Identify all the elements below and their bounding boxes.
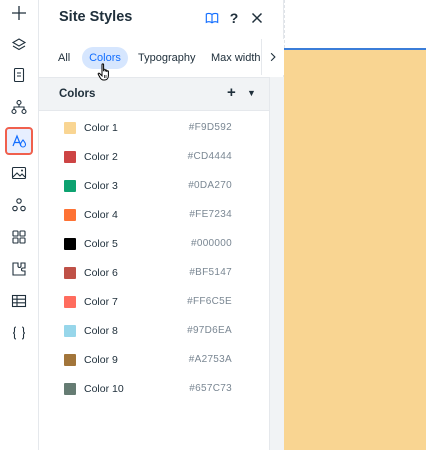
color-swatch[interactable]	[64, 267, 76, 279]
color-name: Color 10	[84, 383, 124, 395]
color-hex-value: #97D6EA	[187, 325, 232, 336]
color-name: Color 2	[84, 151, 118, 163]
color-name: Color 7	[84, 296, 118, 308]
tab-bar: All Colors Typography Max width	[39, 39, 284, 75]
color-swatch[interactable]	[64, 296, 76, 308]
panel-title: Site Styles	[59, 9, 133, 25]
code-icon[interactable]	[6, 320, 32, 346]
section-menu-caret-icon[interactable]: ▼	[247, 88, 256, 98]
tab-all[interactable]: All	[52, 47, 76, 69]
tab-typography[interactable]: Typography	[132, 47, 201, 69]
add-color-button[interactable]: +	[227, 84, 236, 101]
color-hex-value: #FF6C5E	[187, 296, 232, 307]
color-name: Color 9	[84, 354, 118, 366]
close-icon[interactable]	[248, 9, 266, 27]
color-row[interactable]: Color 1 #F9D592	[39, 114, 269, 143]
color-hex-value: #000000	[190, 238, 232, 249]
color-swatch[interactable]	[64, 180, 76, 192]
color-hex-value: #CD4444	[187, 151, 232, 162]
color-row[interactable]: Color 2 #CD4444	[39, 143, 269, 172]
sitemap-icon[interactable]	[6, 94, 32, 120]
site-styles-panel: Site Styles ? All Colors Typography Max …	[39, 0, 284, 450]
color-row[interactable]: Color 5 #000000	[39, 230, 269, 259]
color-name: Color 4	[84, 209, 118, 221]
color-swatch[interactable]	[64, 209, 76, 221]
pages-icon[interactable]	[6, 62, 32, 88]
color-swatch[interactable]	[64, 151, 76, 163]
color-swatch[interactable]	[64, 325, 76, 337]
help-button[interactable]: ?	[225, 9, 243, 27]
panel-header: Site Styles ?	[39, 0, 284, 36]
color-swatch[interactable]	[64, 354, 76, 366]
app-market-icon[interactable]	[6, 224, 32, 250]
color-row[interactable]: Color 4 #FE7234	[39, 201, 269, 230]
color-hex-value: #FE7234	[189, 209, 232, 220]
layers-icon[interactable]	[6, 32, 32, 58]
color-row[interactable]: Color 7 #FF6C5E	[39, 288, 269, 317]
color-row[interactable]: Color 8 #97D6EA	[39, 317, 269, 346]
canvas-section[interactable]	[284, 50, 426, 450]
color-name: Color 5	[84, 238, 118, 250]
color-swatch[interactable]	[64, 238, 76, 250]
color-name: Color 8	[84, 325, 118, 337]
color-hex-value: #BF5147	[189, 267, 232, 278]
color-name: Color 3	[84, 180, 118, 192]
colors-section-header: Colors + ▼	[39, 77, 269, 111]
tabs-scroll-right-button[interactable]	[261, 39, 284, 75]
hand-cursor-icon	[97, 63, 109, 81]
color-hex-value: #657C73	[189, 383, 232, 394]
apps-icon[interactable]	[6, 192, 32, 218]
chevron-right-icon	[270, 52, 276, 62]
table-icon[interactable]	[6, 288, 32, 314]
section-title: Colors	[59, 88, 96, 100]
color-row[interactable]: Color 3 #0DA270	[39, 172, 269, 201]
color-row[interactable]: Color 9 #A2753A	[39, 346, 269, 375]
add-icon[interactable]	[6, 0, 32, 26]
color-row[interactable]: Color 6 #BF5147	[39, 259, 269, 288]
color-name: Color 1	[84, 122, 118, 134]
business-icon[interactable]	[6, 256, 32, 282]
media-icon[interactable]	[6, 160, 32, 186]
color-row[interactable]: Color 10 #657C73	[39, 375, 269, 404]
color-swatch[interactable]	[64, 383, 76, 395]
color-name: Color 6	[84, 267, 118, 279]
book-icon[interactable]	[203, 9, 221, 27]
canvas-header-strip	[284, 0, 426, 48]
tab-max-width[interactable]: Max width	[205, 47, 267, 69]
panel-scrollbar[interactable]	[269, 77, 284, 450]
color-hex-value: #F9D592	[188, 122, 232, 133]
left-toolbar	[0, 0, 39, 450]
site-styles-icon[interactable]	[5, 127, 33, 155]
color-swatch[interactable]	[64, 122, 76, 134]
editor-canvas[interactable]	[284, 0, 426, 450]
color-hex-value: #0DA270	[188, 180, 232, 191]
color-hex-value: #A2753A	[188, 354, 232, 365]
